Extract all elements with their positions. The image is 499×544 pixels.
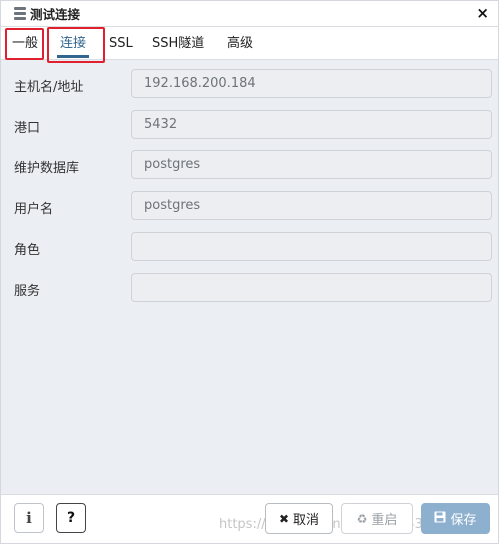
username-label: 用户名 (14, 202, 54, 217)
form-row-port: 港口 (1, 110, 498, 140)
port-label: 港口 (14, 121, 41, 136)
dialog-footer: i ? https://blog.csdn.net/weixin_43...57… (1, 494, 498, 543)
cancel-label: 取消 (293, 513, 320, 528)
role-input[interactable] (131, 232, 492, 261)
tab-advanced[interactable]: 高级 (227, 27, 253, 59)
maintenance-db-input[interactable] (131, 150, 492, 179)
username-input[interactable] (131, 191, 492, 220)
tab-bar: 一般 连接 SSL SSH隧道 高级 (1, 27, 498, 60)
host-label: 主机名/地址 (14, 80, 84, 95)
dialog-title: 测试连接 (30, 7, 81, 22)
close-button[interactable]: × (476, 4, 489, 22)
info-button[interactable]: i (14, 503, 44, 533)
tab-general[interactable]: 一般 (12, 27, 38, 59)
floppy-disk-icon (434, 511, 446, 526)
tab-ssh-tunnel[interactable]: SSH隧道 (152, 27, 204, 59)
role-label: 角色 (14, 243, 41, 258)
port-input[interactable] (131, 110, 492, 139)
save-label: 保存 (450, 513, 477, 528)
recycle-icon: ♻ (356, 511, 368, 526)
service-label: 服务 (14, 284, 41, 299)
tab-connection[interactable]: 连接 (56, 27, 90, 59)
close-icon: ✖ (278, 511, 290, 526)
info-icon: i (26, 509, 32, 527)
host-input[interactable] (131, 69, 492, 98)
form-row-username: 用户名 (1, 191, 498, 221)
reset-label: 重启 (371, 513, 398, 528)
server-icon (14, 7, 26, 20)
tab-ssl[interactable]: SSL (109, 27, 133, 59)
form-row-service: 服务 (1, 273, 498, 303)
form-row-role: 角色 (1, 232, 498, 262)
service-input[interactable] (131, 273, 492, 302)
form-row-host: 主机名/地址 (1, 69, 498, 99)
help-button[interactable]: ? (56, 503, 86, 533)
dialog-titlebar: 测试连接 × (1, 1, 498, 27)
save-button[interactable]: 保存 (421, 503, 490, 534)
form-row-maintenance-db: 维护数据库 (1, 150, 498, 180)
connection-dialog: 测试连接 × 一般 连接 SSL SSH隧道 高级 主机名/地址 港口 维护数据… (0, 0, 499, 544)
cancel-button[interactable]: ✖ 取消 (265, 503, 333, 534)
help-icon: ? (66, 510, 76, 526)
maintenance-db-label: 维护数据库 (14, 161, 80, 176)
reset-button[interactable]: ♻ 重启 (341, 503, 413, 534)
